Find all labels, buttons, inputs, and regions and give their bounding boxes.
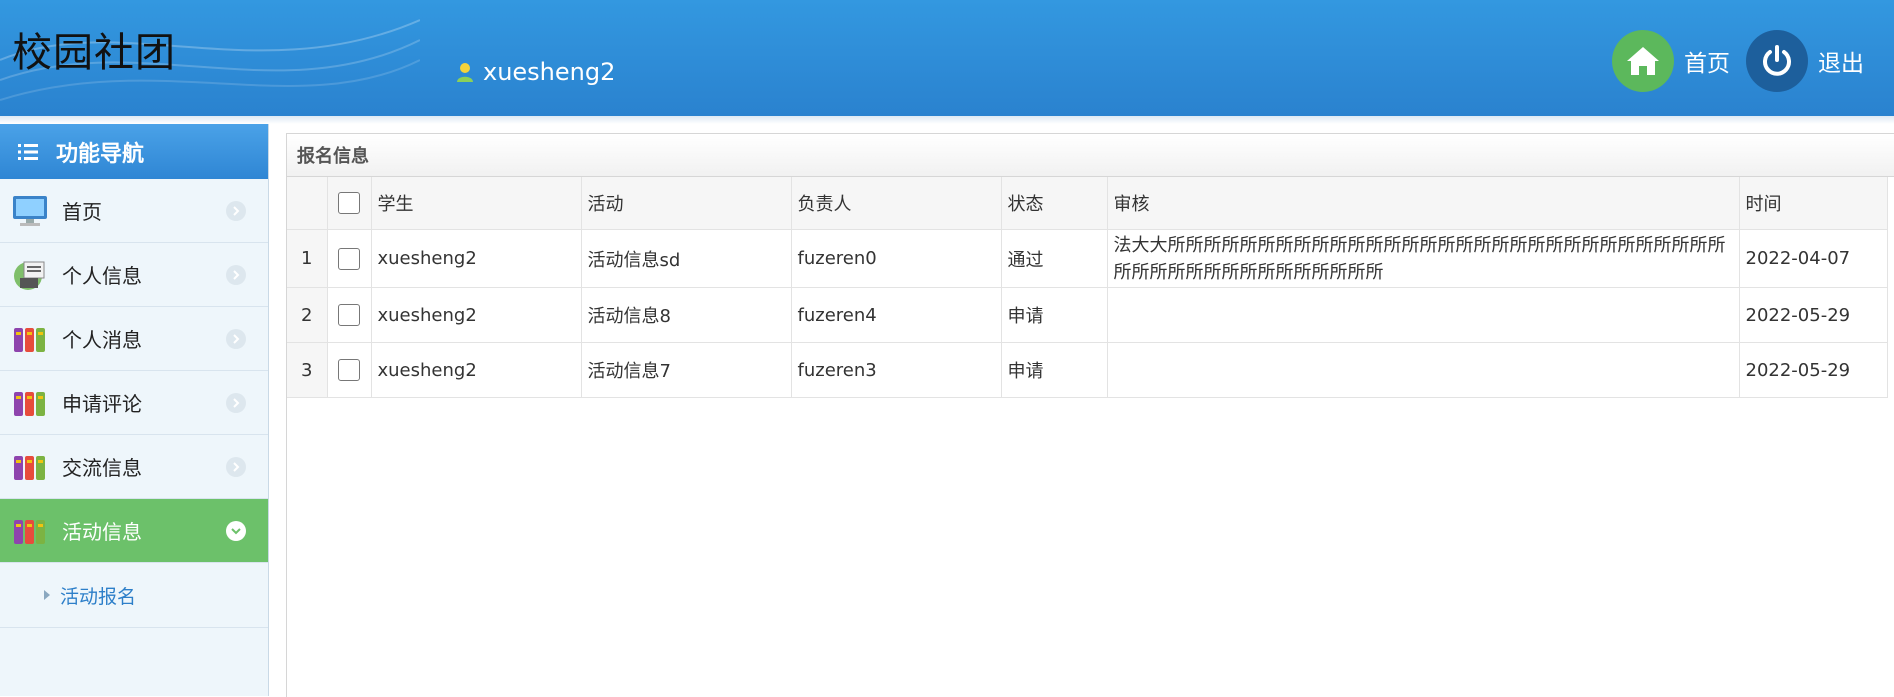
- sidebar-title: 功能导航: [56, 141, 145, 167]
- sidebar-item-profile[interactable]: 个人信息: [0, 243, 268, 307]
- books-icon: [14, 391, 45, 416]
- row-select-cell: [327, 287, 372, 343]
- owner-cell: fuzeren3: [791, 342, 1002, 398]
- home-button-label[interactable]: 首页: [1684, 44, 1730, 78]
- username-label: xuesheng2: [483, 58, 616, 86]
- table-row[interactable]: 3 xuesheng2 活动信息7 fuzeren3 申请 2022-05-29: [287, 342, 1888, 398]
- id-card-icon: [14, 261, 45, 290]
- row-checkbox[interactable]: [338, 304, 360, 326]
- time-cell: 2022-05-29: [1739, 342, 1888, 398]
- owner-cell: fuzeren4: [791, 287, 1002, 343]
- app-title: 校园社团: [12, 30, 176, 76]
- header-shadow: [0, 116, 1894, 124]
- signup-info-panel: 报名信息 学生 活动 负责人 状态 审核 时间 1 xuesheng2 活动信息…: [286, 133, 1894, 697]
- time-cell: 2022-04-07: [1739, 229, 1888, 288]
- sidebar-subitem-label[interactable]: 活动报名: [60, 582, 136, 609]
- row-select-cell: [327, 342, 372, 398]
- top-header: 校园社团 xuesheng2 首页 退出: [0, 0, 1894, 116]
- monitor-icon: [13, 195, 47, 226]
- review-cell: [1107, 342, 1740, 398]
- sidebar-subitem-activity-signup[interactable]: 活动报名: [0, 563, 268, 628]
- panel-title: 报名信息: [287, 134, 1894, 177]
- column-header[interactable]: 状态: [1001, 177, 1108, 230]
- user-icon: [457, 63, 473, 82]
- caret-right-icon: [44, 590, 50, 600]
- status-cell: 通过: [1001, 229, 1108, 288]
- row-number: 1: [287, 229, 328, 288]
- status-cell: 申请: [1001, 342, 1108, 398]
- sidebar-nav: 功能导航 首页 个人信息 个人消息 申请评论 交流信息 活动信息 活动报名: [0, 124, 269, 696]
- table-row[interactable]: 1 xuesheng2 活动信息sd fuzeren0 通过 法大大所所所所所所…: [287, 229, 1888, 288]
- sidebar-item-label: 个人信息: [62, 264, 142, 288]
- sidebar-item-exchange[interactable]: 交流信息: [0, 435, 268, 499]
- table-row[interactable]: 2 xuesheng2 活动信息8 fuzeren4 申请 2022-05-29: [287, 287, 1888, 343]
- sidebar-item-messages[interactable]: 个人消息: [0, 307, 268, 371]
- logout-button[interactable]: 退出: [1746, 30, 1864, 92]
- activity-cell: 活动信息sd: [581, 229, 792, 288]
- review-cell: [1107, 287, 1740, 343]
- books-icon: [14, 519, 45, 544]
- owner-cell: fuzeren0: [791, 229, 1002, 288]
- column-header[interactable]: 活动: [581, 177, 792, 230]
- activity-cell: 活动信息7: [581, 342, 792, 398]
- review-cell: 法大大所所所所所所所所所所所所所所所所所所所所所所所所所所所所所所所所所所所所所…: [1107, 229, 1740, 288]
- column-header[interactable]: 负责人: [791, 177, 1002, 230]
- sidebar-item-label: 交流信息: [62, 456, 142, 480]
- chevron-right-icon: [226, 201, 246, 221]
- row-number: 2: [287, 287, 328, 343]
- table-header-row: 学生 活动 负责人 状态 审核 时间: [287, 177, 1888, 230]
- current-user: xuesheng2: [455, 58, 615, 86]
- home-button[interactable]: 首页: [1612, 30, 1730, 92]
- sidebar-item-label: 活动信息: [62, 520, 142, 544]
- sidebar-item-home[interactable]: 首页: [0, 179, 268, 243]
- logout-button-label[interactable]: 退出: [1818, 44, 1864, 78]
- power-icon[interactable]: [1746, 30, 1808, 92]
- column-header[interactable]: 学生: [371, 177, 582, 230]
- column-header[interactable]: 审核: [1107, 177, 1740, 230]
- signup-table: 学生 活动 负责人 状态 审核 时间 1 xuesheng2 活动信息sd fu…: [287, 177, 1888, 398]
- row-select-cell: [327, 229, 372, 288]
- chevron-right-icon: [226, 265, 246, 285]
- home-icon[interactable]: [1612, 30, 1674, 92]
- sidebar-item-label: 个人消息: [62, 328, 142, 352]
- row-number: 3: [287, 342, 328, 398]
- activity-cell: 活动信息8: [581, 287, 792, 343]
- chevron-right-icon: [226, 457, 246, 477]
- sidebar-item-comments[interactable]: 申请评论: [0, 371, 268, 435]
- row-number-header: [287, 177, 328, 230]
- student-cell: xuesheng2: [371, 342, 582, 398]
- chevron-right-icon: [226, 393, 246, 413]
- column-header[interactable]: 时间: [1739, 177, 1888, 230]
- student-cell: xuesheng2: [371, 287, 582, 343]
- chevron-right-icon: [226, 329, 246, 349]
- list-icon: [18, 143, 38, 160]
- books-icon: [14, 327, 45, 352]
- sidebar-item-label: 申请评论: [62, 392, 142, 416]
- sidebar-item-activities[interactable]: 活动信息: [0, 499, 268, 563]
- row-checkbox[interactable]: [338, 247, 360, 270]
- select-all-cell: [327, 177, 372, 230]
- select-all-checkbox[interactable]: [338, 192, 360, 214]
- student-cell: xuesheng2: [371, 229, 582, 288]
- sidebar-item-label: 首页: [62, 200, 102, 224]
- time-cell: 2022-05-29: [1739, 287, 1888, 343]
- row-checkbox[interactable]: [338, 359, 360, 381]
- books-icon: [14, 455, 45, 480]
- sidebar-header: 功能导航: [0, 124, 268, 179]
- chevron-down-icon: [226, 521, 246, 541]
- status-cell: 申请: [1001, 287, 1108, 343]
